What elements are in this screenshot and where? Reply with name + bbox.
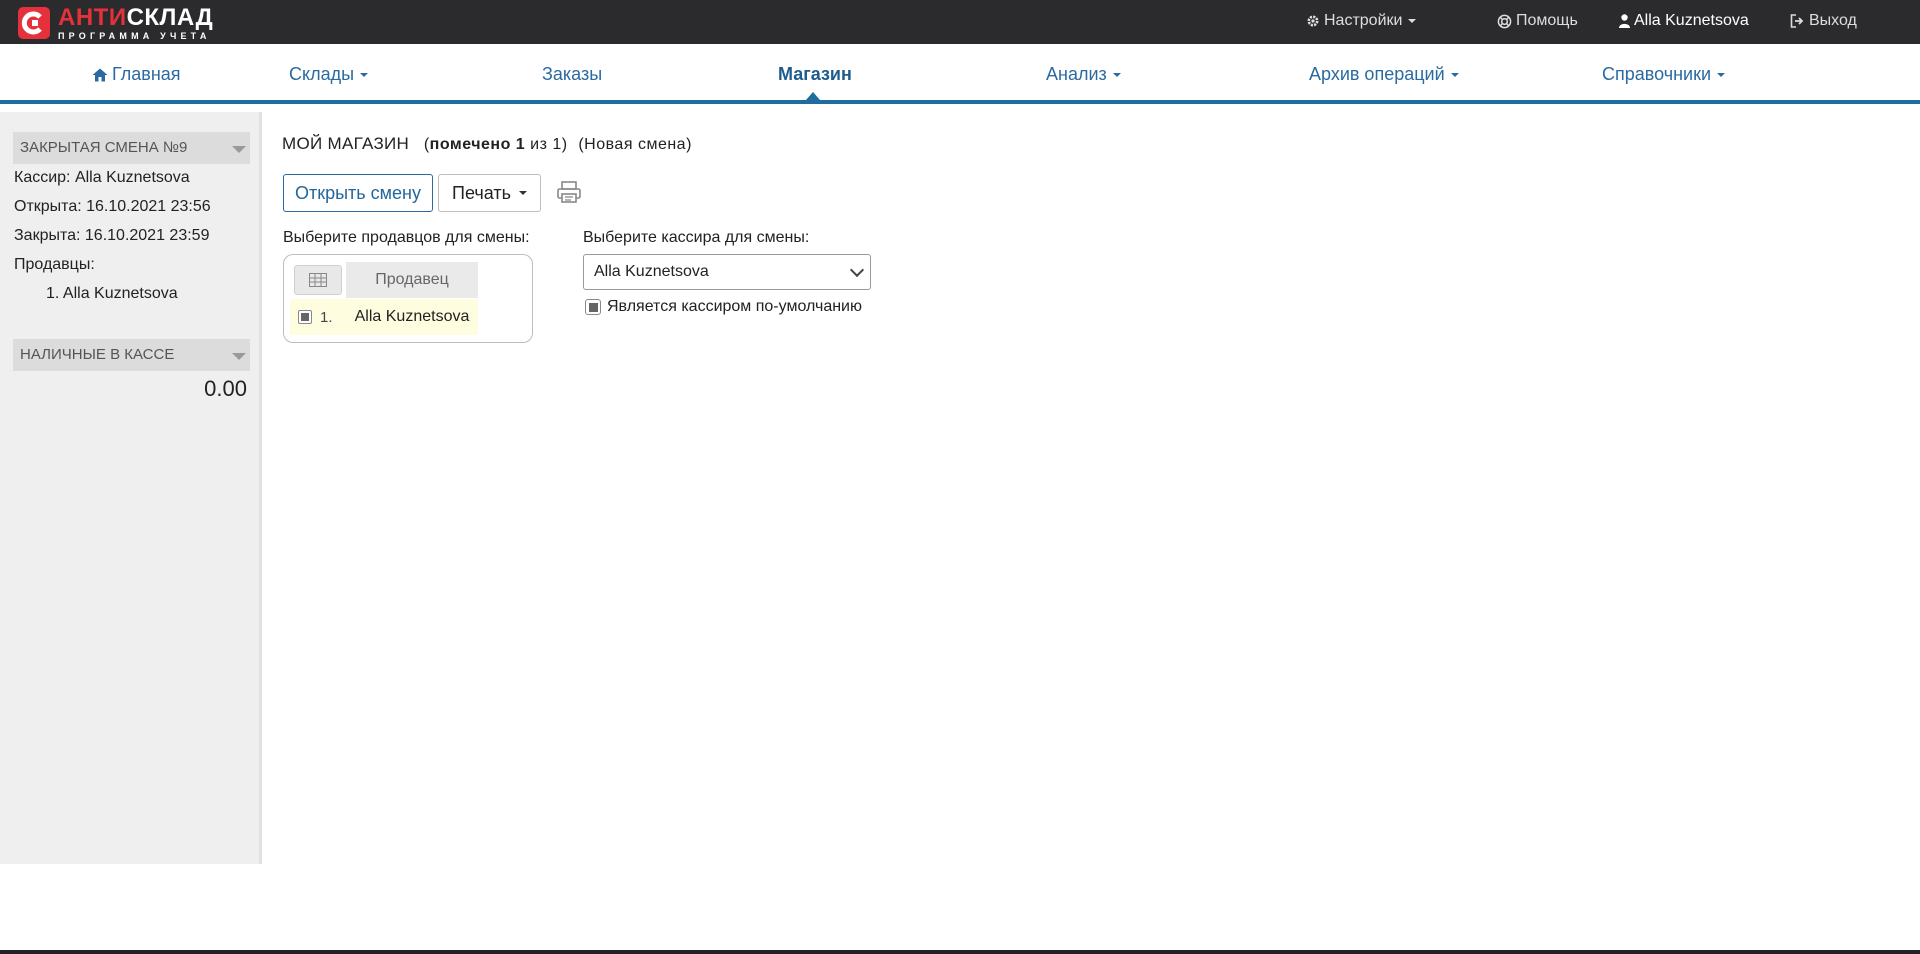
marked-rest: из 1) [525,136,568,153]
help-label: Помощь [1516,12,1578,29]
nav-archive[interactable]: Архив операций [1309,64,1459,85]
settings-label: Настройки [1324,12,1403,29]
collapse-triangle-icon[interactable] [232,353,246,360]
chevron-down-icon [360,72,369,77]
nav-warehouses[interactable]: Склады [289,64,369,85]
cashier-select[interactable]: Alla Kuznetsova [583,254,871,290]
sidebar: ЗАКРЫТАЯ СМЕНА №9 Кассир: Alla Kuznetsov… [0,112,262,864]
row-number: 1. [320,308,333,326]
settings-menu[interactable]: Настройки [1306,12,1417,30]
closed-shift-title: ЗАКРЫТАЯ СМЕНА №9 [20,139,188,156]
user-icon [1619,14,1630,28]
nav-analysis-label: Анализ [1046,64,1107,84]
sellers-table: Продавец 1. Alla Kuznetsova [283,254,533,343]
logout-icon [1790,14,1804,28]
logout-link[interactable]: Выход [1790,12,1857,30]
cashier-field-label: Выберите кассира для смены: [583,229,810,246]
shift-status: (Новая смена) [578,136,692,153]
print-label: Печать [452,182,511,203]
chevron-down-icon [1408,19,1417,23]
lifebuoy-icon [1497,14,1512,28]
bottom-border [0,950,1920,954]
nav-home-label: Главная [112,64,181,84]
home-icon [92,68,108,81]
nav-analysis[interactable]: Анализ [1046,64,1121,85]
nav-references-label: Справочники [1602,64,1712,84]
main-nav: Главная Склады Заказы Магазин Анализ Арх… [0,44,1920,104]
printer-icon[interactable] [556,180,582,204]
cash-title: НАЛИЧНЫЕ В КАССЕ [20,346,175,363]
nav-orders[interactable]: Заказы [542,64,602,85]
shift-opened: Открыта: 16.10.2021 23:56 [14,198,211,215]
closed-shift-header[interactable]: ЗАКРЫТАЯ СМЕНА №9 [13,132,250,164]
nav-home[interactable]: Главная [92,64,181,85]
open-shift-button[interactable]: Открыть смену [283,174,433,212]
nav-shop[interactable]: Магазин [778,64,852,85]
logout-label: Выход [1809,12,1857,29]
chevron-down-icon [1450,72,1459,77]
sellers-field-label: Выберите продавцов для смены: [283,229,530,246]
cash-value: 0.00 [204,376,247,401]
cash-header[interactable]: НАЛИЧНЫЕ В КАССЕ [13,339,250,371]
select-all-toggle[interactable] [294,265,342,295]
active-tab-pointer [806,92,820,100]
default-cashier-checkbox[interactable] [585,299,601,315]
page-title: МОЙ МАГАЗИН (помечено 1 из 1) (Новая сме… [282,134,692,154]
table-row[interactable]: 1. [290,299,346,335]
default-cashier-option[interactable]: Является кассиром по-умолчанию [585,298,862,316]
chevron-down-icon [1717,72,1726,77]
seller-checkbox[interactable] [298,310,312,324]
grid-icon [309,273,327,287]
shift-seller-item: 1. Alla Kuznetsova [46,285,178,302]
gear-icon [1307,15,1319,27]
chevron-down-icon [1112,72,1121,77]
seller-column-header[interactable]: Продавец [346,262,478,298]
shift-closed: Закрыта: 16.10.2021 23:59 [14,227,210,244]
marked-count: (помечено 1 из 1) [424,136,568,153]
nav-references[interactable]: Справочники [1602,64,1726,85]
brand-title-white: СКЛАД [126,3,214,31]
brand-logo[interactable]: АНТИСКЛАД ПРОГРАММА УЧЕТА [18,3,214,41]
cashier-select-value: Alla Kuznetsova [594,263,709,280]
chevron-down-icon [518,191,527,195]
chevron-down-icon [849,262,865,278]
nav-orders-label: Заказы [542,64,603,84]
page-title-text: МОЙ МАГАЗИН [282,134,410,153]
top-bar: АНТИСКЛАД ПРОГРАММА УЧЕТА Настройки Помо… [0,0,1920,44]
shift-cashier: Кассир: Alla Kuznetsova [14,169,190,186]
nav-shop-label: Магазин [778,64,852,84]
nav-archive-label: Архив операций [1309,64,1445,84]
user-profile-link[interactable]: Alla Kuznetsova [1619,12,1749,30]
seller-name-cell[interactable]: Alla Kuznetsova [346,299,478,335]
nav-warehouses-label: Склады [289,64,355,84]
shift-sellers-label: Продавцы: [14,256,95,273]
marked-bold: помечено 1 [429,136,526,153]
brand-logo-icon [18,7,50,39]
default-cashier-label: Является кассиром по-умолчанию [607,298,862,315]
print-dropdown-button[interactable]: Печать [438,174,541,212]
user-name: Alla Kuznetsova [1634,12,1749,29]
help-link[interactable]: Помощь [1497,12,1578,30]
brand-subtitle: ПРОГРАММА УЧЕТА [58,30,211,41]
collapse-triangle-icon[interactable] [232,146,246,153]
brand-title-red: АНТИ [58,3,127,31]
